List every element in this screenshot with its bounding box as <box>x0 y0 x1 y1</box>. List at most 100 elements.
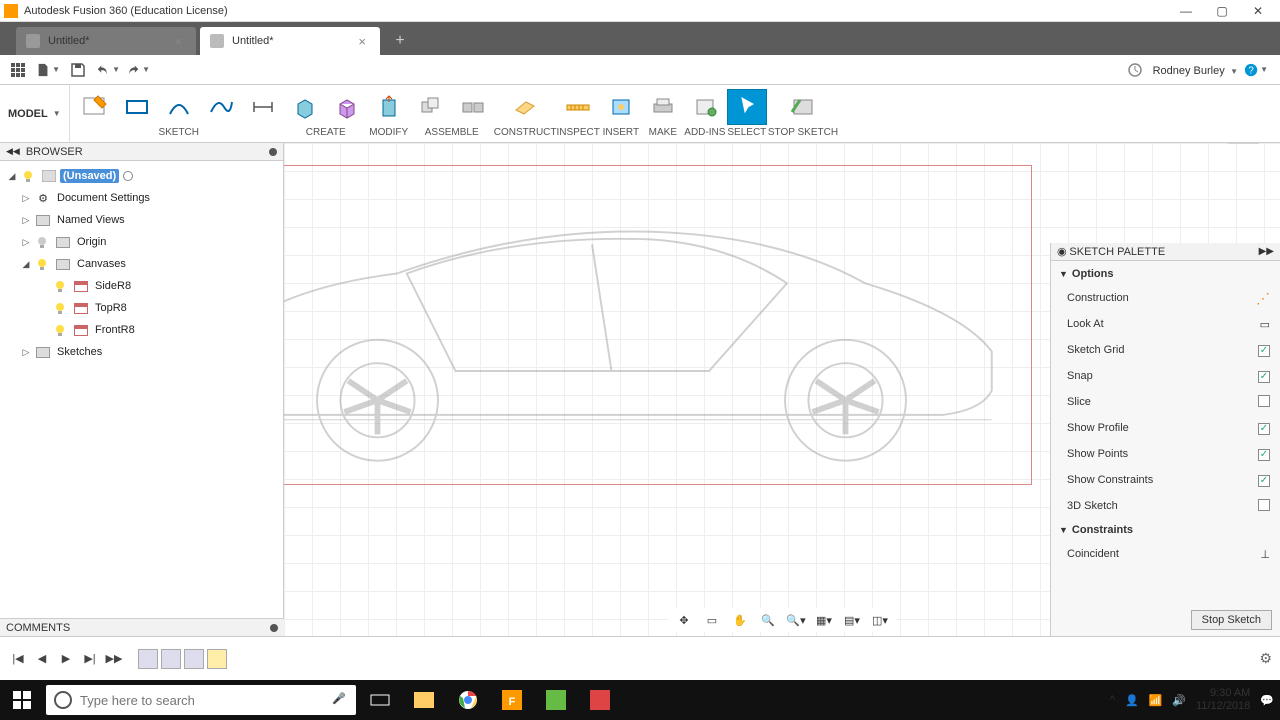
lightbulb-icon[interactable] <box>53 323 67 337</box>
new-tab-button[interactable]: + <box>388 29 412 53</box>
timeline-play-button[interactable]: ▶ <box>56 649 76 669</box>
document-tab[interactable]: Untitled* × <box>200 27 380 55</box>
pan-button[interactable]: ✋ <box>730 610 750 630</box>
group-label[interactable]: CONSTRUCT <box>494 127 557 138</box>
insert-derive-tool[interactable] <box>601 89 641 125</box>
stop-sketch-button[interactable]: Stop Sketch <box>1191 610 1272 630</box>
tree-root[interactable]: ◢ (Unsaved) <box>2 165 281 187</box>
viewport[interactable]: RIGHT ◉ SKETCH PALETTE ▶▶ ▼Options Const… <box>284 143 1280 636</box>
group-label[interactable]: ASSEMBLE <box>425 127 479 138</box>
lightbulb-icon[interactable] <box>35 235 49 249</box>
coincident-icon[interactable]: ⊥ <box>1260 548 1270 561</box>
document-tab[interactable]: Untitled* × <box>16 27 196 55</box>
timeline-prev-button[interactable]: ◀ <box>32 649 52 669</box>
extrude-tool[interactable] <box>285 89 325 125</box>
close-button[interactable]: ✕ <box>1240 0 1276 22</box>
tree-node-canvases[interactable]: ◢Canvases <box>2 253 281 275</box>
taskbar-search[interactable]: 🎤 <box>46 685 356 715</box>
constraint-coincident[interactable]: Coincident⊥ <box>1051 541 1280 567</box>
user-menu[interactable]: Rodney Burley ▼ <box>1153 63 1238 77</box>
tray-clock[interactable]: 9:30 AM 11/12/2018 <box>1196 687 1250 713</box>
group-label[interactable]: INSERT <box>603 127 640 138</box>
start-button[interactable] <box>0 680 44 720</box>
option-construction[interactable]: Construction⋰ <box>1051 285 1280 311</box>
undo-button[interactable]: ▼ <box>96 58 120 82</box>
grid-button[interactable]: ▤▾ <box>842 610 862 630</box>
joint-tool[interactable] <box>453 89 493 125</box>
create-sketch-tool[interactable] <box>75 89 115 125</box>
minimize-button[interactable]: — <box>1168 0 1204 22</box>
plane-tool[interactable] <box>505 89 545 125</box>
comments-panel-header[interactable]: COMMENTS <box>0 618 284 636</box>
search-input[interactable] <box>80 693 332 708</box>
print-tool[interactable] <box>643 89 683 125</box>
group-label[interactable]: ADD-INS <box>684 127 725 138</box>
save-button[interactable] <box>66 58 90 82</box>
tree-node-docset[interactable]: ▷⚙Document Settings <box>2 187 281 209</box>
lookat-icon[interactable]: ▭ <box>1260 318 1270 331</box>
tray-volume-icon[interactable]: 🔊 <box>1172 694 1186 707</box>
timeline-feature[interactable] <box>207 649 227 669</box>
workspace-switcher[interactable]: MODEL ▼ <box>0 85 70 142</box>
lightbulb-icon[interactable] <box>53 301 67 315</box>
taskbar-chrome[interactable] <box>446 680 490 720</box>
timeline-end-button[interactable]: ▶▶ <box>104 649 124 669</box>
attached-canvas[interactable] <box>284 165 1032 485</box>
options-section-header[interactable]: ▼Options <box>1051 263 1280 285</box>
panel-options-icon[interactable] <box>269 148 277 156</box>
stop-sketch-tool[interactable] <box>783 89 823 125</box>
taskbar-app-green[interactable] <box>534 680 578 720</box>
points-checkbox[interactable] <box>1258 449 1270 461</box>
group-label[interactable]: SKETCH <box>158 127 199 138</box>
job-status-icon[interactable] <box>1123 58 1147 82</box>
profile-checkbox[interactable] <box>1258 423 1270 435</box>
activate-radio[interactable] <box>123 171 133 181</box>
rectangle-tool[interactable] <box>117 89 157 125</box>
help-button[interactable]: ?▼ <box>1244 58 1268 82</box>
timeline-start-button[interactable]: |◀ <box>8 649 28 669</box>
group-label[interactable]: CREATE <box>306 127 346 138</box>
grid-checkbox[interactable] <box>1258 345 1270 357</box>
lightbulb-icon[interactable] <box>35 257 49 271</box>
arc-tool[interactable] <box>159 89 199 125</box>
dimension-tool[interactable] <box>243 89 283 125</box>
timeline-next-button[interactable]: ▶| <box>80 649 100 669</box>
group-label[interactable]: MODIFY <box>369 127 408 138</box>
spline-tool[interactable] <box>201 89 241 125</box>
group-label[interactable]: STOP SKETCH <box>768 127 838 138</box>
maximize-button[interactable]: ▢ <box>1204 0 1240 22</box>
tray-chevron-icon[interactable]: ^ <box>1110 694 1115 706</box>
taskbar-app-red[interactable] <box>578 680 622 720</box>
redo-button[interactable]: ▼ <box>126 58 150 82</box>
lightbulb-icon[interactable] <box>21 169 35 183</box>
zoom-menu[interactable]: 🔍▾ <box>786 610 806 630</box>
scripts-tool[interactable] <box>685 89 725 125</box>
slice-checkbox[interactable] <box>1258 395 1270 407</box>
close-icon[interactable]: × <box>170 34 186 49</box>
tree-node-sketches[interactable]: ▷Sketches <box>2 341 281 363</box>
zoom-button[interactable]: 🔍 <box>758 610 778 630</box>
tray-notifications-icon[interactable]: 💬 <box>1260 694 1274 707</box>
tree-node-origin[interactable]: ▷Origin <box>2 231 281 253</box>
palette-header[interactable]: ◉ SKETCH PALETTE ▶▶ <box>1051 243 1280 261</box>
browser-header[interactable]: ◀◀ BROWSER <box>0 143 283 161</box>
new-component-tool[interactable] <box>411 89 451 125</box>
lookat-button[interactable]: ▭ <box>702 610 722 630</box>
group-label[interactable]: MAKE <box>649 127 677 138</box>
timeline-feature[interactable] <box>184 649 204 669</box>
data-panel-button[interactable] <box>6 58 30 82</box>
tray-people-icon[interactable]: 👤 <box>1125 694 1139 707</box>
panel-options-icon[interactable] <box>270 624 278 632</box>
press-pull-tool[interactable] <box>369 89 409 125</box>
tree-node-canvas[interactable]: FrontR8 <box>2 319 281 341</box>
constraints-section-header[interactable]: ▼Constraints <box>1051 519 1280 541</box>
group-label[interactable]: SELECT <box>727 127 766 138</box>
sketch3d-checkbox[interactable] <box>1258 499 1270 511</box>
tree-node-canvas[interactable]: TopR8 <box>2 297 281 319</box>
mic-icon[interactable]: 🎤 <box>332 692 348 708</box>
lightbulb-icon[interactable] <box>53 279 67 293</box>
close-icon[interactable]: × <box>354 34 370 49</box>
construction-linetype-icon[interactable]: ⋰ <box>1256 290 1270 307</box>
group-label[interactable]: INSPECT <box>557 127 600 138</box>
tree-node-canvas[interactable]: SideR8 <box>2 275 281 297</box>
